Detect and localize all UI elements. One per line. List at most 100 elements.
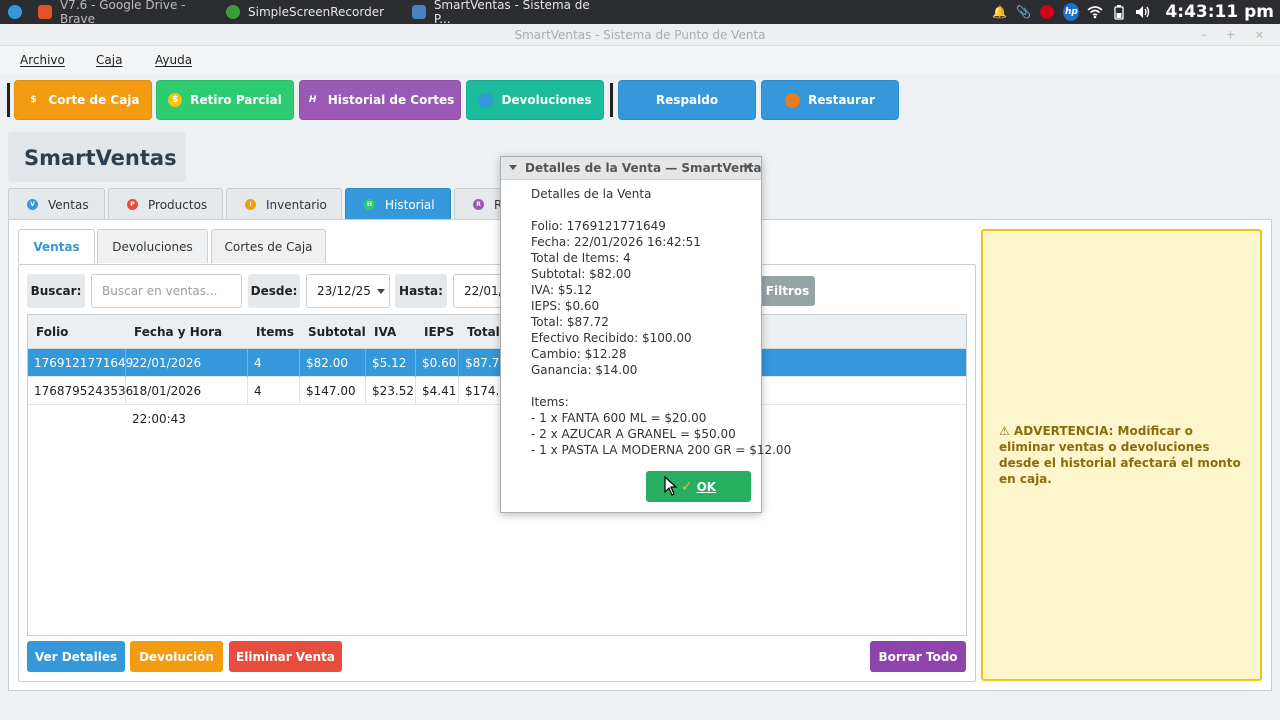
hasta-date-input[interactable]: 22/01/2 bbox=[453, 274, 503, 308]
toolbar-separator bbox=[7, 83, 10, 117]
window-titlebar: SmartVentas - Sistema de Punto de Venta … bbox=[0, 24, 1280, 46]
cell-fecha: 22/01/2026 16:42:51 bbox=[126, 349, 248, 398]
corte-de-caja-button[interactable]: $ Corte de Caja bbox=[14, 80, 152, 120]
table-row[interactable]: 1768795243536 18/01/2026 22:00:43 4 $147… bbox=[28, 377, 966, 426]
cell-items: 4 bbox=[248, 349, 300, 377]
wifi-icon[interactable] bbox=[1087, 4, 1103, 20]
button-label: Restaurar bbox=[808, 93, 875, 107]
item-line: - 1 x PASTA LA MODERNA 200 GR = $12.00 bbox=[531, 443, 792, 457]
tab-productos[interactable]: P Productos bbox=[108, 188, 223, 220]
button-label: Retiro Parcial bbox=[190, 93, 282, 107]
inventario-icon: I bbox=[245, 199, 256, 210]
detail-line: Ganancia: $14.00 bbox=[531, 363, 638, 377]
tab-inventario[interactable]: I Inventario bbox=[226, 188, 342, 220]
brave-icon bbox=[38, 5, 52, 19]
cell-fecha: 18/01/2026 22:00:43 bbox=[126, 377, 248, 426]
item-line: - 2 x AZUCAR A GRANEL = $50.00 bbox=[531, 427, 736, 441]
button-label: Devoluciones bbox=[501, 93, 592, 107]
window-controls[interactable]: – + × bbox=[1201, 24, 1272, 46]
history-icon: H bbox=[308, 95, 317, 105]
volume-icon[interactable] bbox=[1135, 4, 1151, 20]
subtab-ventas[interactable]: Ventas bbox=[18, 229, 95, 263]
warning-panel: ⚠ ADVERTENCIA: Modificar o eliminar vent… bbox=[981, 229, 1262, 681]
buscar-label: Buscar: bbox=[27, 274, 85, 308]
tab-label: Productos bbox=[148, 197, 208, 212]
devolucion-button[interactable]: Devolución bbox=[130, 641, 223, 672]
eliminar-venta-button[interactable]: Eliminar Venta bbox=[229, 641, 342, 672]
detail-line: Total: $87.72 bbox=[531, 315, 609, 329]
return-icon bbox=[478, 92, 494, 108]
cell-iva: $5.12 bbox=[366, 349, 416, 377]
button-label: Respaldo bbox=[655, 93, 719, 107]
borrar-todo-button[interactable]: Borrar Todo bbox=[870, 641, 966, 672]
respaldo-button[interactable]: Respaldo bbox=[618, 80, 756, 120]
taskbar-item-recorder[interactable]: SimpleScreenRecorder bbox=[222, 0, 402, 24]
detail-line: IVA: $5.12 bbox=[531, 283, 593, 297]
col-folio[interactable]: Folio bbox=[28, 315, 126, 349]
recorder-icon bbox=[226, 5, 240, 19]
record-icon[interactable] bbox=[1039, 4, 1055, 20]
tab-reportes[interactable]: R R bbox=[454, 188, 504, 220]
reportes-icon: R bbox=[473, 199, 484, 210]
col-ieps[interactable]: IEPS bbox=[416, 315, 459, 349]
menu-caja[interactable]: Caja bbox=[96, 53, 122, 67]
menu-archivo[interactable]: Archivo bbox=[20, 53, 65, 67]
button-label: Corte de Caja bbox=[48, 93, 140, 107]
tab-historial[interactable]: H Historial bbox=[345, 188, 451, 220]
detail-line: Fecha: 22/01/2026 16:42:51 bbox=[531, 235, 701, 249]
detail-line: Cambio: $12.28 bbox=[531, 347, 627, 361]
col-items[interactable]: Items bbox=[248, 315, 300, 349]
detail-line: IEPS: $0.60 bbox=[531, 299, 600, 313]
checkmark-icon: ✓ bbox=[680, 478, 693, 495]
dropdown-arrow-icon[interactable] bbox=[377, 289, 385, 294]
paperclip-icon[interactable]: 📎 bbox=[1015, 4, 1031, 20]
cell-subtotal: $82.00 bbox=[300, 349, 366, 377]
clock[interactable]: 4:43:11 pm bbox=[1165, 2, 1274, 22]
taskbar-item-smartventas[interactable]: SmartVentas - Sistema de P... bbox=[408, 0, 608, 26]
coin-icon: $ bbox=[168, 93, 183, 107]
bell-icon[interactable]: 🔔 bbox=[991, 4, 1007, 20]
toolbar-separator bbox=[610, 83, 613, 117]
close-icon[interactable]: ✕ bbox=[742, 157, 754, 179]
retiro-parcial-button[interactable]: $ Retiro Parcial bbox=[156, 80, 294, 120]
detail-line: Subtotal: $82.00 bbox=[531, 267, 632, 281]
cell-items: 4 bbox=[248, 377, 300, 405]
col-subtotal[interactable]: Subtotal bbox=[300, 315, 366, 349]
tab-ventas[interactable]: V Ventas bbox=[8, 188, 105, 220]
ver-detalles-button[interactable]: Ver Detalles bbox=[27, 641, 125, 672]
window-title: SmartVentas - Sistema de Punto de Venta bbox=[514, 28, 766, 42]
battery-icon[interactable] bbox=[1111, 4, 1127, 20]
tab-label: Historial bbox=[385, 197, 435, 212]
table-row[interactable]: 1769121771649 22/01/2026 16:42:51 4 $82.… bbox=[28, 349, 966, 398]
tab-label: Ventas bbox=[48, 197, 89, 212]
desde-date-input[interactable]: 23/12/25 bbox=[306, 274, 390, 308]
productos-icon: P bbox=[127, 199, 138, 210]
restaurar-button[interactable]: Restaurar bbox=[761, 80, 899, 120]
cell-ieps: $0.60 bbox=[416, 349, 459, 377]
taskbar-item-label: V7.6 - Google Drive - Brave bbox=[59, 0, 186, 26]
items-heading: Items: bbox=[531, 395, 569, 409]
taskbar-item-brave[interactable]: V7.6 - Google Drive - Brave bbox=[34, 0, 224, 26]
detail-line: Folio: 1769121771649 bbox=[531, 219, 666, 233]
subtab-devoluciones[interactable]: Devoluciones bbox=[97, 229, 208, 263]
col-iva[interactable]: IVA bbox=[366, 315, 416, 349]
col-fecha[interactable]: Fecha y Hora bbox=[126, 315, 248, 349]
search-input[interactable]: Buscar en ventas... bbox=[91, 274, 242, 308]
start-menu-button[interactable] bbox=[4, 0, 22, 24]
ok-label: OK bbox=[696, 479, 717, 494]
cell-folio: 1768795243536 bbox=[28, 377, 133, 405]
historial-de-cortes-button[interactable]: H Historial de Cortes bbox=[299, 80, 461, 120]
ventas-icon: V bbox=[27, 199, 38, 210]
window-icon bbox=[412, 5, 426, 19]
ok-button[interactable]: ✓ OK bbox=[646, 471, 751, 502]
subtab-cortes-de-caja[interactable]: Cortes de Caja bbox=[211, 229, 326, 263]
cell-ieps: $4.41 bbox=[416, 377, 459, 405]
mouse-cursor-icon bbox=[664, 476, 678, 496]
hp-icon[interactable]: hp bbox=[1063, 3, 1080, 21]
devoluciones-button[interactable]: Devoluciones bbox=[466, 80, 604, 120]
dialog-body: Detalles de la Venta Folio: 176912177164… bbox=[531, 186, 792, 458]
table-header: Folio Fecha y Hora Items Subtotal IVA IE… bbox=[28, 315, 966, 349]
menu-ayuda[interactable]: Ayuda bbox=[155, 53, 192, 67]
window-menu-icon[interactable] bbox=[509, 165, 517, 170]
filtros-button[interactable]: Filtros bbox=[760, 276, 815, 306]
